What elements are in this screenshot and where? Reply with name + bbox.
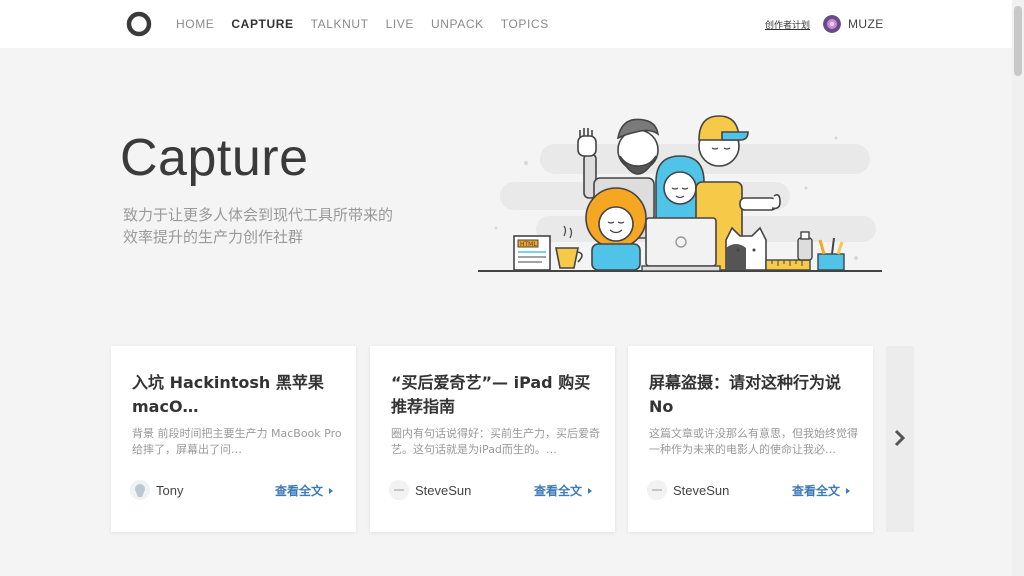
article-card[interactable]: 屏幕盗摄：请对这种行为说 No 这篇文章或许没那么有意思，但我始终觉得一种作为未…: [628, 346, 873, 532]
creator-program-link[interactable]: 创作者计划: [765, 18, 810, 31]
nav-talknut[interactable]: TALKNUT: [311, 17, 369, 31]
author-name[interactable]: SteveSun: [415, 483, 471, 498]
html-book-icon: HTML: [513, 235, 551, 271]
main-nav: HOME CAPTURE TALKNUT LIVE UNPACK TOPICS: [176, 0, 566, 48]
top-navbar: HOME CAPTURE TALKNUT LIVE UNPACK TOPICS …: [0, 0, 1012, 48]
article-title[interactable]: “买后爱奇艺”— iPad 购买推荐指南: [391, 371, 601, 419]
curly-hair-person-figure: [585, 187, 647, 271]
read-more-label[interactable]: 查看全文: [792, 482, 840, 499]
article-card[interactable]: 入坑 Hackintosh 黑苹果 macO… 背景 前段时间把主要生产力 Ma…: [111, 346, 356, 532]
chevron-right-icon[interactable]: [894, 428, 906, 448]
read-more-label[interactable]: 查看全文: [275, 482, 323, 499]
site-logo-icon[interactable]: [126, 11, 152, 37]
ruler-icon: [765, 259, 811, 271]
article-title[interactable]: 屏幕盗摄：请对这种行为说 No: [649, 371, 859, 419]
author-name[interactable]: Tony: [156, 483, 183, 498]
page-title: Capture: [120, 129, 309, 187]
nav-capture[interactable]: CAPTURE: [231, 17, 293, 31]
svg-text:HTML: HTML: [520, 241, 537, 248]
read-more-link[interactable]: 查看全文: [792, 482, 850, 499]
caret-right-icon: [329, 487, 333, 494]
hero-illustration: HTML: [478, 115, 882, 272]
article-title[interactable]: 入坑 Hackintosh 黑苹果 macO…: [132, 371, 342, 419]
user-avatar[interactable]: [823, 15, 841, 33]
article-author[interactable]: SteveSun: [389, 480, 471, 500]
page-scrollbar[interactable]: [1012, 0, 1024, 576]
username-label: MUZE: [848, 17, 884, 31]
author-avatar[interactable]: [389, 480, 409, 500]
page-subtitle: 致力于让更多人体会到现代工具所带来的效率提升的生产力创作社群: [123, 206, 394, 246]
author-avatar[interactable]: [130, 480, 150, 500]
article-excerpt: 这篇文章或许没那么有意思，但我始终觉得一种作为未来的电影人的使命让我必…: [649, 427, 858, 456]
caret-right-icon: [588, 487, 592, 494]
nav-home[interactable]: HOME: [176, 17, 214, 31]
user-menu[interactable]: MUZE: [823, 14, 884, 34]
read-more-link[interactable]: 查看全文: [534, 482, 592, 499]
article-excerpt: 圈内有句话说得好：买前生产力，买后爱奇艺。这句话就是为iPad而生的。…: [391, 427, 600, 456]
article-author[interactable]: SteveSun: [647, 480, 729, 500]
article-card[interactable]: “买后爱奇艺”— iPad 购买推荐指南 圈内有句话说得好：买前生产力，买后爱奇…: [370, 346, 615, 532]
author-avatar[interactable]: [647, 480, 667, 500]
nav-live[interactable]: LIVE: [386, 17, 414, 31]
laptop-icon: [641, 217, 721, 272]
caret-right-icon: [846, 487, 850, 494]
carousel-next-button[interactable]: [886, 346, 914, 532]
nav-topics[interactable]: TOPICS: [501, 17, 549, 31]
article-excerpt: 背景 前段时间把主要生产力 MacBook Pro 给摔了，屏幕出了问…: [132, 427, 342, 456]
pencil-cup-icon: [817, 237, 845, 271]
article-author[interactable]: Tony: [130, 480, 183, 500]
author-name[interactable]: SteveSun: [673, 483, 729, 498]
read-more-label[interactable]: 查看全文: [534, 482, 582, 499]
nav-unpack[interactable]: UNPACK: [431, 17, 484, 31]
read-more-link[interactable]: 查看全文: [275, 482, 333, 499]
scrollbar-thumb[interactable]: [1014, 6, 1022, 76]
